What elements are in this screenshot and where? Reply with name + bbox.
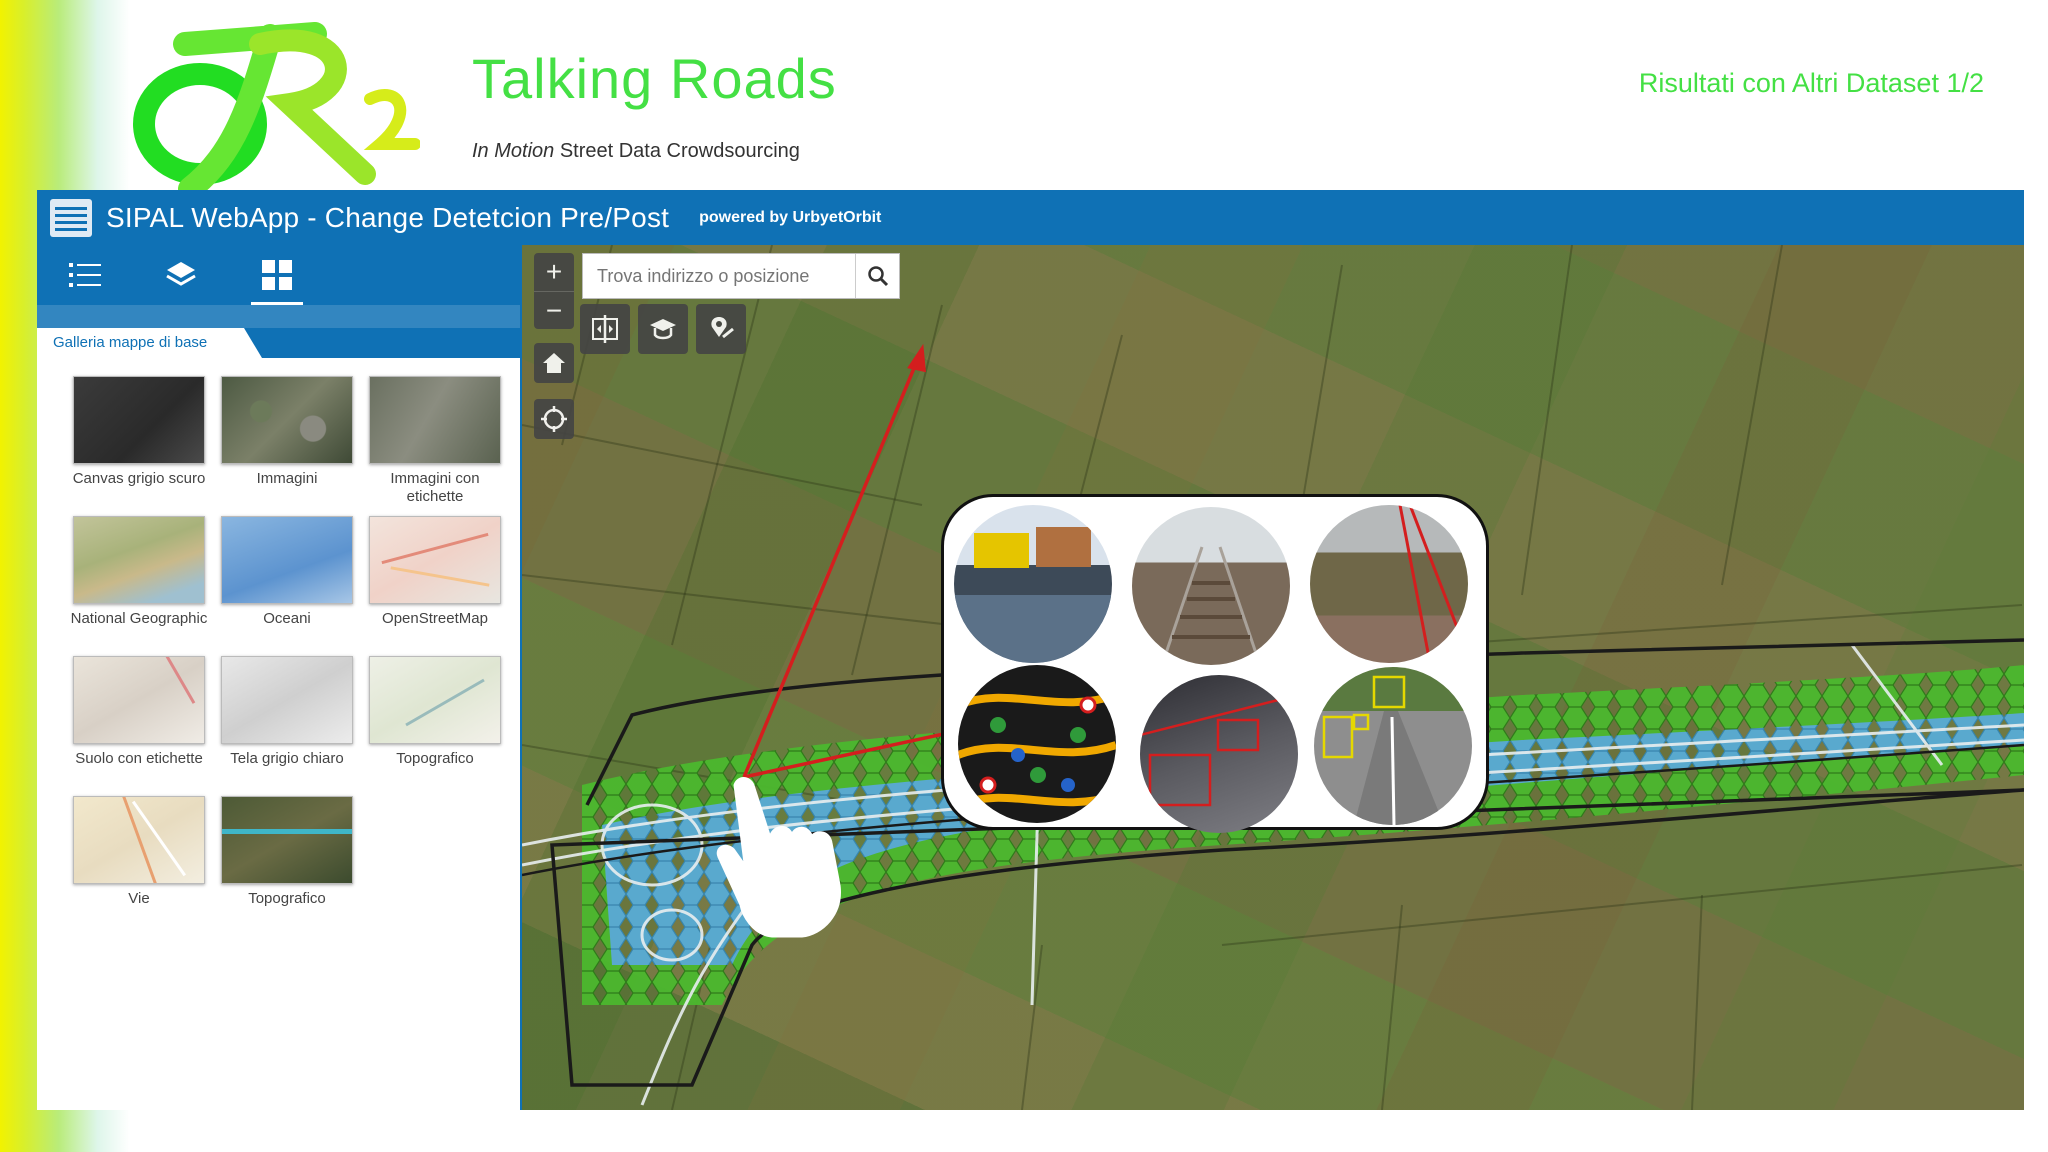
swipe-icon	[592, 315, 618, 343]
gps-icon	[541, 406, 567, 432]
layers-icon	[166, 262, 196, 286]
basemap-item[interactable]: Topografico	[361, 656, 509, 790]
gps-button[interactable]	[534, 399, 574, 439]
collage-photo-sign-map	[958, 665, 1116, 823]
basemap-thumbnail	[369, 656, 501, 744]
basemap-gallery: Canvas grigio scuro Immagini Immagini co…	[37, 358, 520, 930]
swipe-tool-button[interactable]	[580, 304, 630, 354]
basemap-thumbnail	[369, 516, 501, 604]
search-icon	[867, 266, 888, 287]
basemap-thumbnail	[73, 376, 205, 464]
basemap-item[interactable]: Canvas grigio scuro	[65, 376, 213, 510]
sidebar-strip	[37, 305, 520, 328]
list-icon	[69, 263, 101, 287]
basemap-item[interactable]: National Geographic	[65, 516, 213, 650]
home-icon	[543, 353, 565, 373]
measure-tool-button[interactable]	[638, 304, 688, 354]
basemap-label: Suolo con etichette	[75, 750, 203, 767]
collage-photo-vehicle-detection	[1314, 667, 1472, 825]
slide-title: Talking Roads	[472, 47, 837, 110]
locate-pin-icon	[711, 317, 734, 339]
basemap-item[interactable]: OpenStreetMap	[361, 516, 509, 650]
grid-icon	[262, 260, 292, 290]
basemap-item[interactable]: Suolo con etichette	[65, 656, 213, 790]
basemap-thumbnail	[221, 376, 353, 464]
tab-legend[interactable]	[37, 245, 133, 305]
basemap-item[interactable]: Immagini con etichette	[361, 376, 509, 510]
basemap-item[interactable]: Oceani	[213, 516, 361, 650]
basemap-label: OpenStreetMap	[382, 610, 488, 627]
basemap-item[interactable]: Immagini	[213, 376, 361, 510]
measure-icon	[650, 319, 676, 340]
zoom-control: + −	[534, 253, 574, 329]
slide-subtitle: In Motion Street Data Crowdsourcing	[472, 140, 800, 163]
app-logo-icon	[50, 198, 92, 237]
subtitle-rest: Street Data Crowdsourcing	[554, 140, 800, 162]
basemap-label: National Geographic	[70, 610, 208, 627]
basemap-label: Oceani	[263, 610, 311, 627]
basemap-thumbnail	[221, 516, 353, 604]
subtitle-italic: In Motion	[472, 140, 555, 162]
detection-collage	[941, 494, 1489, 833]
sidebar: Galleria mappe di base Canvas grigio scu…	[37, 245, 522, 1110]
home-button[interactable]	[534, 343, 574, 383]
tab-layers[interactable]	[133, 245, 229, 305]
talking-roads-logo	[133, 22, 420, 194]
slide-section-label: Risultati con Altri Dataset 1/2	[1638, 68, 1984, 98]
tab-basemap-gallery[interactable]	[229, 245, 325, 305]
app-title: SIPAL WebApp - Change Detetcion Pre/Post	[106, 201, 670, 233]
webapp-window: SIPAL WebApp - Change Detetcion Pre/Post…	[37, 190, 2024, 1110]
basemap-thumbnail	[221, 796, 353, 884]
zoom-out-button[interactable]: −	[534, 291, 574, 329]
basemap-label: Topografico	[248, 890, 326, 907]
basemap-label: Vie	[128, 890, 150, 907]
collage-photo-traffic	[954, 505, 1112, 663]
collage-photo-road-edge	[1310, 505, 1468, 663]
basemap-label: Immagini con etichette	[390, 470, 480, 505]
basemap-item[interactable]: Vie	[65, 796, 213, 930]
basemap-thumbnail	[73, 796, 205, 884]
gallery-panel-tab[interactable]: Galleria mappe di base	[37, 328, 262, 358]
basemap-thumbnail	[73, 656, 205, 744]
search-widget	[582, 253, 900, 299]
powered-by-label: powered by UrbyetOrbit	[699, 208, 882, 226]
basemap-item[interactable]: Tela grigio chiaro	[213, 656, 361, 790]
basemap-thumbnail	[369, 376, 501, 464]
basemap-item[interactable]: Topografico	[213, 796, 361, 930]
collage-photo-lane-detection	[1140, 675, 1298, 833]
search-button[interactable]	[855, 254, 899, 298]
locate-pin-button[interactable]	[696, 304, 746, 354]
gallery-tab-row: Galleria mappe di base	[37, 328, 520, 358]
basemap-thumbnail	[73, 516, 205, 604]
basemap-thumbnail	[221, 656, 353, 744]
basemap-label: Immagini	[256, 470, 318, 487]
sidebar-tabs	[37, 245, 520, 305]
search-input[interactable]	[583, 254, 855, 298]
basemap-label: Topografico	[396, 750, 474, 767]
slide: Talking Roads In Motion Street Data Crow…	[0, 0, 2048, 1152]
collage-photo-railway	[1132, 507, 1290, 665]
zoom-in-button[interactable]: +	[534, 253, 574, 291]
app-header: SIPAL WebApp - Change Detetcion Pre/Post…	[37, 190, 2024, 245]
basemap-label: Canvas grigio scuro	[72, 470, 206, 487]
basemap-label: Tela grigio chiaro	[230, 750, 344, 767]
